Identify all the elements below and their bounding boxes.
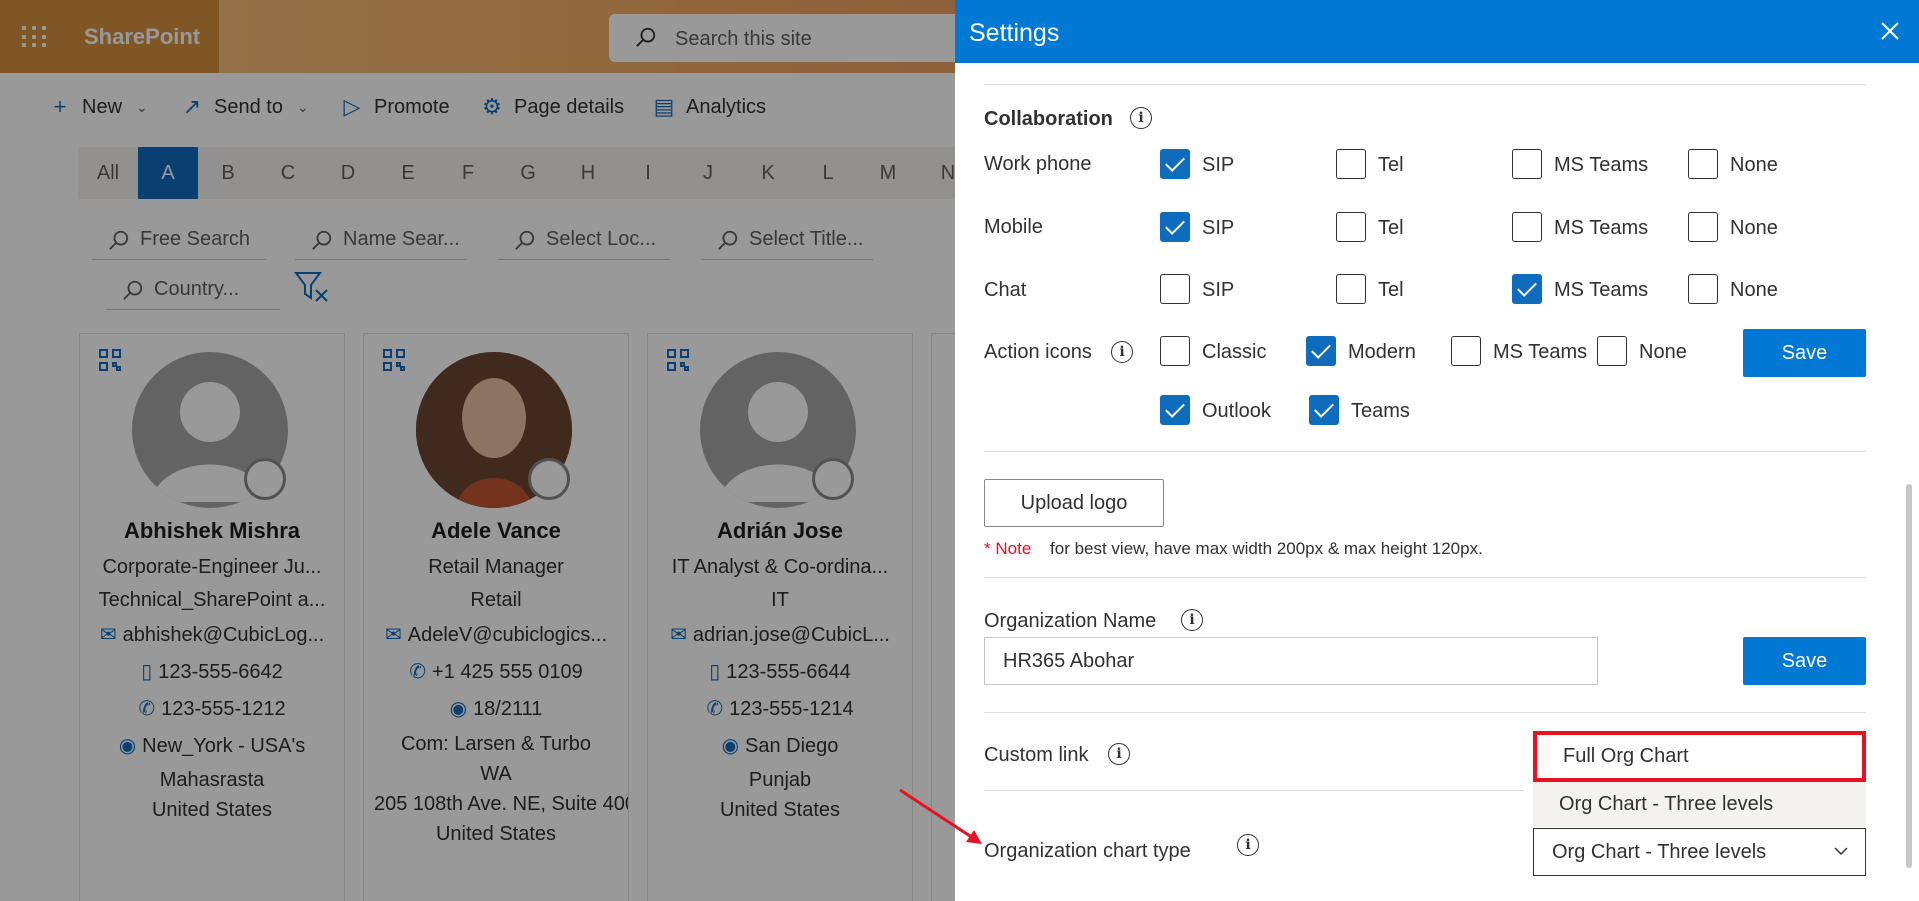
settings-title: Settings <box>969 19 1060 47</box>
org-chart-type-label: Organization chart type <box>984 840 1191 862</box>
checkbox-label: Tel <box>1378 217 1404 239</box>
scrollbar-thumb[interactable] <box>1906 484 1912 868</box>
divider <box>984 712 1866 713</box>
chat-label: Chat <box>984 279 1027 301</box>
mobile-label: Mobile <box>984 216 1043 238</box>
checkbox-label: SIP <box>1202 154 1235 176</box>
info-icon[interactable]: i <box>1111 341 1133 363</box>
checkbox-label: MS Teams <box>1554 279 1649 301</box>
mobile-sip-checkbox[interactable] <box>1160 212 1190 242</box>
close-icon[interactable] <box>1875 16 1905 46</box>
chat-sip-checkbox[interactable] <box>1160 274 1190 304</box>
checkbox-label: None <box>1639 341 1687 363</box>
checkbox-label: Tel <box>1378 279 1404 301</box>
checkbox-label: MS Teams <box>1493 341 1588 363</box>
mobile-tel-checkbox[interactable] <box>1336 212 1366 242</box>
dropdown-option-full-org-chart[interactable]: Full Org Chart <box>1533 731 1866 782</box>
dropdown-option-three-levels[interactable]: Org Chart - Three levels <box>1533 782 1866 827</box>
note-star: * <box>984 539 991 558</box>
work-phone-none-checkbox[interactable] <box>1688 149 1718 179</box>
checkbox-label: None <box>1730 279 1778 301</box>
work-phone-sip-checkbox[interactable] <box>1160 149 1190 179</box>
mobile-msteams-checkbox[interactable] <box>1512 212 1542 242</box>
checkbox-label: None <box>1730 154 1778 176</box>
org-name-label: Organization Name <box>984 610 1157 632</box>
chat-msteams-checkbox[interactable] <box>1512 274 1542 304</box>
divider <box>984 577 1866 578</box>
org-name-input[interactable]: HR365 Abohar <box>984 637 1598 685</box>
checkbox-label: Classic <box>1202 341 1267 363</box>
mobile-none-checkbox[interactable] <box>1688 212 1718 242</box>
modal-overlay[interactable] <box>0 0 955 901</box>
settings-header: Settings <box>955 0 1919 63</box>
action-teams-checkbox[interactable] <box>1309 395 1339 425</box>
chat-none-checkbox[interactable] <box>1688 274 1718 304</box>
custom-link-label: Custom link <box>984 744 1089 766</box>
chevron-down-icon <box>1834 847 1848 856</box>
upload-logo-button[interactable]: Upload logo <box>984 479 1164 527</box>
annotation-arrow-icon <box>899 788 982 844</box>
checkbox-label: SIP <box>1202 217 1235 239</box>
action-classic-checkbox[interactable] <box>1160 336 1190 366</box>
checkbox-label: Modern <box>1348 341 1416 363</box>
action-outlook-checkbox[interactable] <box>1160 395 1190 425</box>
divider <box>984 790 1524 791</box>
checkbox-label: Outlook <box>1202 400 1271 422</box>
info-icon[interactable]: i <box>1130 107 1152 129</box>
action-modern-checkbox[interactable] <box>1306 336 1336 366</box>
checkbox-label: MS Teams <box>1554 154 1649 176</box>
action-icons-label: Action icons <box>984 341 1092 363</box>
note-text: for best view, have max width 200px & ma… <box>1050 539 1483 558</box>
action-icons-save-button[interactable]: Save <box>1743 329 1866 377</box>
chat-tel-checkbox[interactable] <box>1336 274 1366 304</box>
org-chart-type-dropdown[interactable]: Org Chart - Three levels <box>1533 828 1866 876</box>
settings-panel: Settings Collaboration i Work phone SIP … <box>955 0 1919 901</box>
info-icon[interactable]: i <box>1108 743 1130 765</box>
work-phone-msteams-checkbox[interactable] <box>1512 149 1542 179</box>
action-none-checkbox[interactable] <box>1597 336 1627 366</box>
checkbox-label: Teams <box>1351 400 1410 422</box>
collaboration-heading: Collaboration <box>984 108 1113 130</box>
org-chart-type-selected: Org Chart - Three levels <box>1552 840 1767 863</box>
divider <box>984 84 1866 85</box>
checkbox-label: None <box>1730 217 1778 239</box>
checkbox-label: Tel <box>1378 154 1404 176</box>
checkbox-label: SIP <box>1202 279 1235 301</box>
work-phone-label: Work phone <box>984 153 1092 175</box>
info-icon[interactable]: i <box>1237 834 1259 856</box>
logo-note: * Note for best view, have max width 200… <box>984 539 1483 559</box>
work-phone-tel-checkbox[interactable] <box>1336 149 1366 179</box>
org-name-save-button[interactable]: Save <box>1743 637 1866 685</box>
checkbox-label: MS Teams <box>1554 217 1649 239</box>
divider <box>984 451 1866 452</box>
action-msteams-checkbox[interactable] <box>1451 336 1481 366</box>
info-icon[interactable]: i <box>1181 609 1203 631</box>
note-label: Note <box>995 539 1032 558</box>
